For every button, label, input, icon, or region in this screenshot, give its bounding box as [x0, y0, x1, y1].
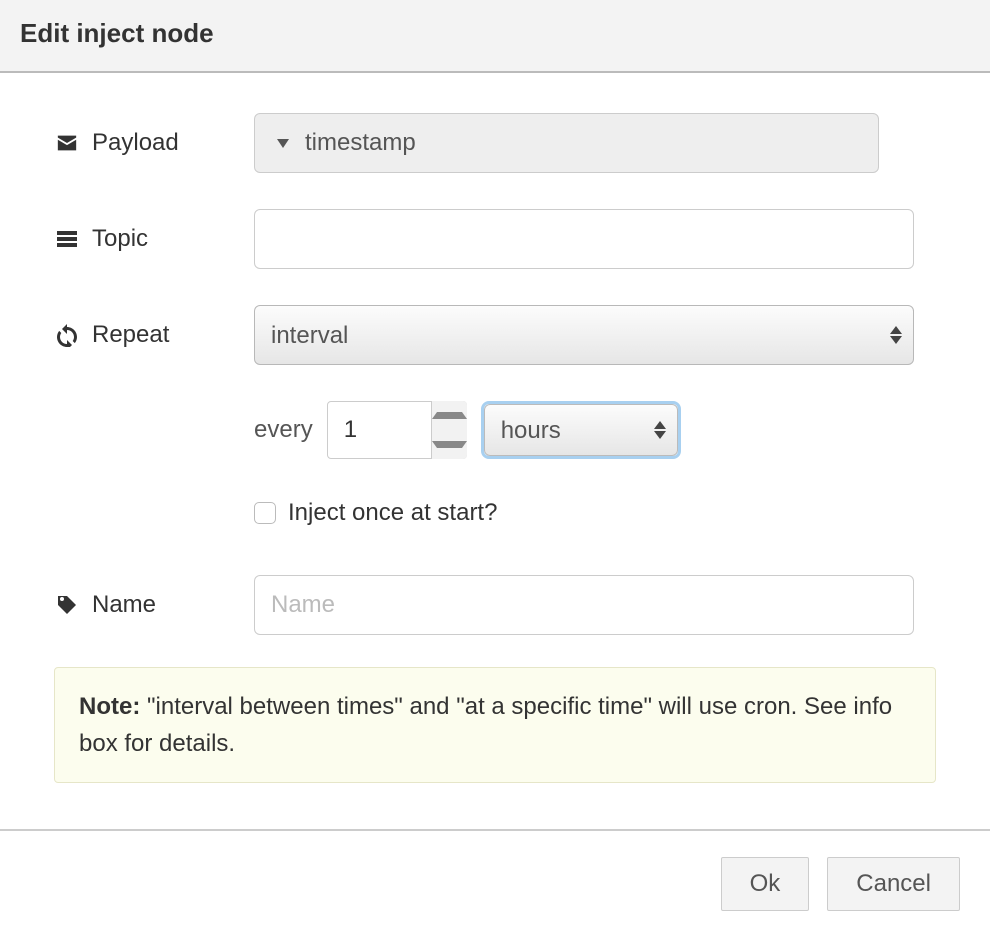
- dialog-footer: Ok Cancel: [0, 831, 990, 937]
- payload-label: Payload: [92, 129, 179, 157]
- topic-input[interactable]: [254, 209, 914, 269]
- spinner-up[interactable]: [432, 401, 467, 430]
- dialog-title: Edit inject node: [20, 18, 970, 49]
- note-text: "interval between times" and "at a speci…: [79, 693, 892, 757]
- form-body: Payload timestamp Topic Repeat: [0, 73, 990, 813]
- row-inject-once: Inject once at start?: [254, 499, 936, 527]
- note-box: Note: "interval between times" and "at a…: [54, 667, 936, 783]
- repeat-select-wrap: noneintervalinterval between timesat a s…: [254, 305, 914, 365]
- payload-type-select[interactable]: timestamp: [254, 113, 879, 173]
- dialog-header: Edit inject node: [0, 0, 990, 73]
- interval-count-spinner: [327, 401, 467, 459]
- inject-once-label: Inject once at start?: [288, 499, 497, 527]
- caret-down-icon: [277, 139, 289, 148]
- repeat-select[interactable]: noneintervalinterval between timesat a s…: [254, 305, 914, 365]
- name-label: Name: [92, 591, 156, 619]
- row-topic: Topic: [54, 209, 936, 269]
- spinner-down[interactable]: [432, 430, 467, 459]
- repeat-label: Repeat: [92, 321, 169, 349]
- cancel-button[interactable]: Cancel: [827, 857, 960, 911]
- note-prefix: Note:: [79, 693, 140, 720]
- row-interval: every secondsminuteshours: [254, 401, 936, 459]
- tag-icon: [54, 592, 80, 618]
- ok-button[interactable]: Ok: [721, 857, 810, 911]
- name-input[interactable]: [254, 575, 914, 635]
- repeat-icon: [54, 322, 80, 348]
- every-label: every: [254, 416, 313, 444]
- payload-value: timestamp: [305, 129, 416, 157]
- row-name: Name: [54, 575, 936, 635]
- interval-units-select[interactable]: secondsminuteshours: [484, 404, 678, 456]
- list-icon: [54, 226, 80, 252]
- topic-label: Topic: [92, 225, 148, 253]
- interval-units-wrap: secondsminuteshours: [481, 401, 681, 459]
- row-payload: Payload timestamp: [54, 113, 936, 173]
- row-repeat: Repeat noneintervalinterval between time…: [54, 305, 936, 365]
- envelope-icon: [54, 130, 80, 156]
- inject-once-checkbox[interactable]: [254, 502, 276, 524]
